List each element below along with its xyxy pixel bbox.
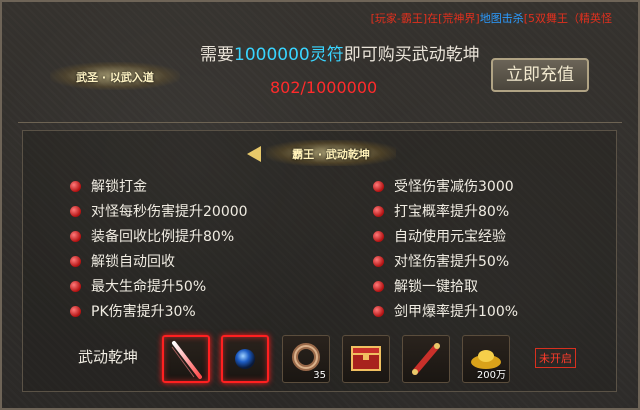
section-divider: [18, 122, 622, 123]
perk-item: 装备回收比例提升80%: [70, 226, 234, 246]
rank-badge: 武圣 · 以武入道: [50, 62, 180, 90]
ticker-part1: [玩家-霸王]在[荒神界]: [370, 12, 480, 25]
bullet-dot-icon: [70, 306, 81, 317]
perk-label: 对怪伤害提升50%: [394, 254, 510, 270]
ticker-part3: [5双舞王（精英怪: [523, 12, 612, 25]
bullet-dot-icon: [373, 231, 384, 242]
light-sword-icon: [171, 341, 202, 379]
reward-slot[interactable]: [342, 335, 390, 383]
bullet-dot-icon: [70, 256, 81, 267]
perk-item: 解锁自动回收: [70, 251, 175, 271]
broadcast-ticker: [玩家-霸王]在[荒神界]地图击杀[5双舞王（精英怪: [371, 10, 612, 26]
ticker-part2: 地图击杀: [479, 12, 524, 25]
perk-label: 剑甲爆率提升100%: [394, 304, 519, 320]
perk-label: 打宝概率提升80%: [394, 204, 510, 220]
requirement-amount: 1000000灵符: [234, 45, 344, 65]
perk-item: 对怪伤害提升50%: [373, 251, 509, 271]
perk-item: 解锁打金: [70, 176, 147, 196]
bullet-dot-icon: [373, 256, 384, 267]
item-count: 35: [313, 370, 326, 381]
perk-item: PK伤害提升30%: [70, 301, 196, 321]
tier-title-badge: 霸王 · 武动乾坤: [266, 140, 396, 166]
status-badge: 未开启: [535, 348, 576, 368]
perk-item: 打宝概率提升80%: [373, 201, 509, 221]
perk-item: 解锁一键拾取: [373, 276, 478, 296]
progress-counter: 802/1000000: [270, 78, 378, 97]
bullet-dot-icon: [70, 206, 81, 217]
item-count: 200万: [476, 370, 506, 381]
perk-label: PK伤害提升30%: [91, 304, 196, 320]
perk-item: 受怪伤害减伤3000: [373, 176, 514, 196]
perk-item: 自动使用元宝经验: [373, 226, 506, 246]
recharge-button[interactable]: 立即充值: [491, 58, 589, 92]
reward-slot[interactable]: [221, 335, 269, 383]
rank-badge-label: 武圣 · 以武入道: [76, 71, 154, 84]
perk-label: 解锁打金: [91, 179, 147, 195]
perk-label: 自动使用元宝经验: [394, 229, 506, 245]
bullet-dot-icon: [373, 306, 384, 317]
perk-label: 对怪每秒伤害提升20000: [91, 204, 248, 220]
requirement-suffix: 即可购买武动乾坤: [343, 45, 480, 65]
perk-label: 解锁自动回收: [91, 254, 175, 270]
rewards-label: 武动乾坤: [78, 348, 139, 366]
perk-label: 解锁一键拾取: [394, 279, 478, 295]
treasure-chest-icon: [351, 346, 381, 371]
perk-item: 剑甲爆率提升100%: [373, 301, 518, 321]
perk-label: 装备回收比例提升80%: [91, 229, 235, 245]
bullet-dot-icon: [373, 281, 384, 292]
reward-slot[interactable]: 200万: [462, 335, 510, 383]
reward-slot[interactable]: [402, 335, 450, 383]
bullet-dot-icon: [373, 181, 384, 192]
reward-slot[interactable]: [162, 335, 210, 383]
perk-item: 对怪每秒伤害提升20000: [70, 201, 248, 221]
bullet-dot-icon: [70, 181, 81, 192]
requirement-prefix: 需要: [200, 45, 234, 65]
tier-title-label: 霸王 · 武动乾坤: [292, 148, 370, 161]
bullet-dot-icon: [373, 206, 384, 217]
bullet-dot-icon: [70, 281, 81, 292]
bullet-dot-icon: [70, 231, 81, 242]
reward-slot[interactable]: 35: [282, 335, 330, 383]
perk-label: 受怪伤害减伤3000: [394, 179, 514, 195]
left-arrow-icon[interactable]: [247, 146, 261, 162]
purchase-requirement: 需要1000000灵符即可购买武动乾坤: [200, 40, 480, 65]
perk-item: 最大生命提升50%: [70, 276, 206, 296]
scroll-icon: [412, 343, 440, 375]
perk-label: 最大生命提升50%: [91, 279, 207, 295]
blue-orb-icon: [235, 349, 255, 369]
